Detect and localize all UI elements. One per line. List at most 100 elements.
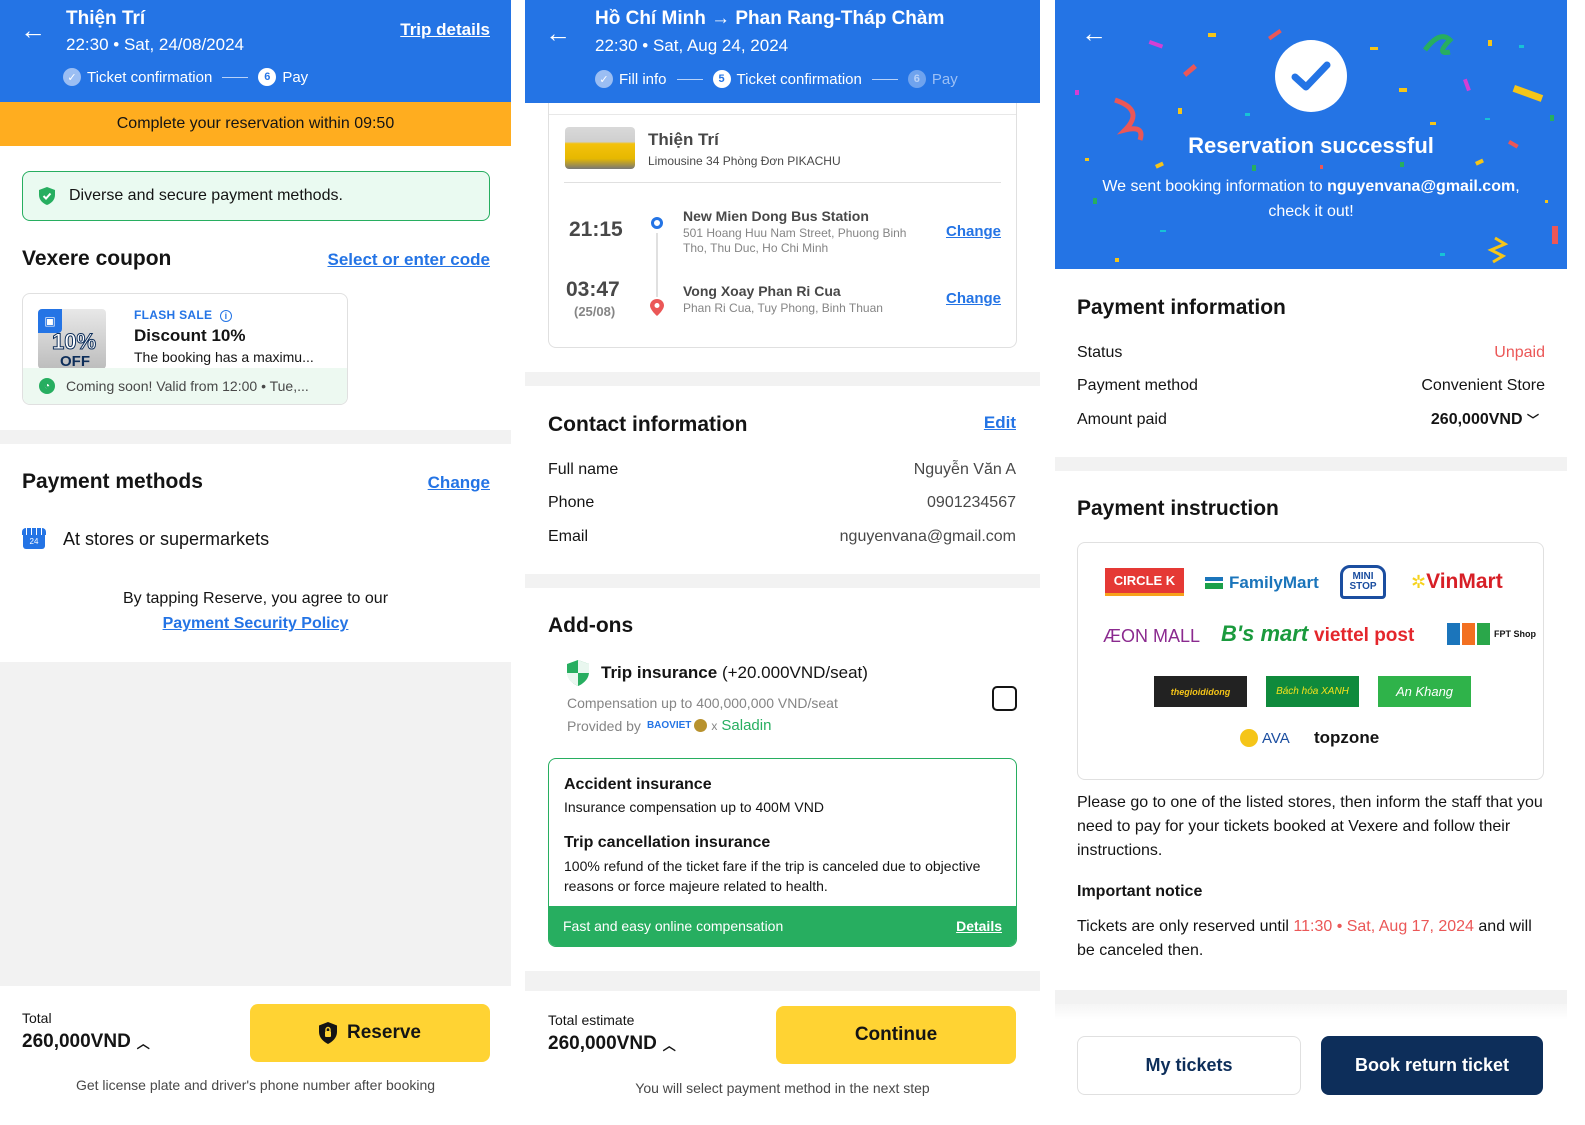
pickup-address: 501 Hoang Huu Nam Street, Phuong Binh Th… bbox=[683, 226, 907, 255]
insurance-checkbox[interactable] bbox=[992, 686, 1017, 711]
total-label: Total bbox=[22, 1010, 52, 1026]
row-label: Phone bbox=[548, 494, 595, 511]
vinmart-logo: ✲VinMart bbox=[1411, 570, 1503, 593]
contact-section-title: Contact information bbox=[548, 413, 748, 436]
total-amount[interactable]: 260,000VND ︿ bbox=[22, 1031, 150, 1053]
insurance-card-footer: Fast and easy online compensation Detail… bbox=[549, 906, 1016, 946]
provider-separator: x bbox=[711, 718, 718, 733]
route-line bbox=[656, 233, 658, 297]
fpt-shop-logo: FPT Shop bbox=[1447, 623, 1536, 645]
select-coupon-link[interactable]: Select or enter code bbox=[327, 250, 490, 270]
compensation-note: Fast and easy online compensation bbox=[563, 918, 784, 934]
agreement-text: By tapping Reserve, you agree to our bbox=[122, 590, 389, 607]
payment-info-title: Payment information bbox=[1077, 296, 1286, 319]
back-arrow-icon[interactable]: ← bbox=[545, 20, 571, 46]
section-divider bbox=[525, 574, 1040, 588]
check-icon: ✓ bbox=[595, 70, 613, 88]
step-label: Pay bbox=[282, 68, 309, 86]
amount-value: 260,000VND bbox=[1430, 411, 1523, 428]
familymart-logo: FamilyMart bbox=[1205, 573, 1319, 593]
insurance-compensation: Compensation up to 400,000,000 VND/seat bbox=[567, 695, 838, 711]
total-amount[interactable]: 260,000VND ︿ bbox=[548, 1033, 676, 1055]
accident-insurance-title: Accident insurance bbox=[564, 776, 712, 793]
section-divider bbox=[525, 971, 1040, 991]
row-label: Amount paid bbox=[1077, 411, 1167, 428]
step-label: Pay bbox=[931, 70, 958, 88]
baoviet-globe-icon bbox=[694, 719, 708, 732]
trip-datetime: 22:30 • Sat, Aug 24, 2024 bbox=[595, 36, 789, 55]
vehicle-type: Limousine 34 Phòng Đơn PIKACHU bbox=[648, 154, 841, 168]
back-arrow-icon[interactable]: ← bbox=[1081, 20, 1107, 46]
row-value: nguyenvana@gmail.com bbox=[839, 528, 1016, 545]
saladin-logo: Saladin bbox=[721, 717, 772, 734]
change-pickup-link[interactable]: Change bbox=[946, 223, 1001, 240]
info-icon[interactable]: i bbox=[219, 310, 232, 322]
cancel-insurance-title: Trip cancellation insurance bbox=[564, 834, 771, 851]
message-suffix: , bbox=[1515, 178, 1520, 195]
total-value: 260,000VND bbox=[548, 1033, 657, 1054]
accident-insurance-desc: Insurance compensation up to 400M VND bbox=[564, 799, 824, 815]
step-label: Ticket confirmation bbox=[736, 70, 862, 88]
continue-button[interactable]: Continue bbox=[776, 1006, 1016, 1064]
shield-lock-icon bbox=[319, 1022, 338, 1044]
check-icon: ✓ bbox=[63, 68, 81, 86]
an-khang-logo: An Khang bbox=[1378, 676, 1471, 707]
trip-details-link[interactable]: Trip details bbox=[400, 20, 490, 40]
success-message: We sent booking information to nguyenvan… bbox=[1055, 178, 1567, 196]
header: ← Hồ Chí Minh → Phan Rang-Tháp Chàm 22:3… bbox=[525, 0, 1040, 103]
bach-hoa-xanh-logo: Bách hóa XANH bbox=[1266, 676, 1359, 707]
secure-payment-notice: Diverse and secure payment methods. bbox=[22, 171, 490, 221]
my-tickets-button[interactable]: My tickets bbox=[1077, 1036, 1301, 1095]
reserve-button[interactable]: Reserve bbox=[250, 1004, 490, 1062]
coupon-card[interactable]: ▣ 10% OFF FLASH SALE i Discount 10% The … bbox=[22, 293, 348, 405]
payment-security-policy-link[interactable]: Payment Security Policy bbox=[163, 615, 349, 632]
payment-method-row: Payment method Convenient Store bbox=[1077, 377, 1545, 395]
cancel-insurance-desc: 100% refund of the ticket fare if the tr… bbox=[564, 858, 981, 894]
coupon-section-title: Vexere coupon bbox=[22, 247, 172, 270]
edit-contact-link[interactable]: Edit bbox=[984, 413, 1016, 433]
step-divider bbox=[222, 76, 249, 78]
chevron-up-icon: ︿ bbox=[662, 1037, 676, 1053]
back-arrow-icon[interactable]: ← bbox=[20, 17, 46, 43]
contact-row-name: Full name Nguyễn Văn A bbox=[548, 461, 1016, 479]
progress-steps: ✓ Fill info 5 Ticket confirmation 6 Pay bbox=[595, 70, 958, 88]
countdown-banner: Complete your reservation within 09:50 bbox=[0, 102, 511, 146]
row-label: Payment method bbox=[1077, 377, 1198, 394]
pickup-time: 21:15 bbox=[569, 218, 623, 241]
success-message-line2: check it out! bbox=[1268, 203, 1354, 220]
insurance-price: (+20.000VND/seat) bbox=[721, 663, 868, 682]
step-number: 5 bbox=[712, 70, 731, 88]
payment-instruction-title: Payment instruction bbox=[1077, 497, 1279, 520]
success-title: Reservation successful bbox=[1188, 133, 1434, 158]
store-logos-card: CIRCLE K FamilyMart MINI STOP ✲VinMart Æ… bbox=[1077, 542, 1544, 780]
book-return-ticket-button[interactable]: Book return ticket bbox=[1321, 1036, 1543, 1095]
aeon-mall-logo: ÆON MALL bbox=[1103, 626, 1201, 646]
payment-screen: ← Thiện Trí 22:30 • Sat, 24/08/2024 Trip… bbox=[0, 0, 511, 1125]
trip-datetime: 22:30 • Sat, 24/08/2024 bbox=[66, 35, 244, 54]
change-payment-link[interactable]: Change bbox=[428, 473, 490, 493]
baoviet-logo: BAOVIET bbox=[646, 720, 692, 731]
payment-methods-title: Payment methods bbox=[22, 470, 203, 493]
pickup-name: New Mien Dong Bus Station bbox=[683, 208, 869, 224]
coupon-title: Discount 10% bbox=[134, 326, 246, 345]
provided-by-label: Provided by bbox=[567, 717, 641, 734]
success-hero: ← Reservation successful We sent booking… bbox=[1055, 0, 1567, 269]
ministop-logo: MINI STOP bbox=[1340, 565, 1386, 599]
amount-toggle[interactable]: 260,000VND ﹀ bbox=[1431, 411, 1545, 429]
pickup-dot-icon bbox=[651, 217, 663, 229]
trip-card: Thiện Trí Limousine 34 Phòng Đơn PIKACHU… bbox=[548, 103, 1017, 348]
insurance-details-link[interactable]: Details bbox=[956, 918, 1002, 934]
store-24h-icon: 24 bbox=[22, 528, 46, 550]
viettel-post-logo: viettel post bbox=[1314, 625, 1415, 646]
coupon-validity: ◔ Coming soon! Valid from 12:00 • Tue,..… bbox=[23, 368, 347, 404]
route-title: Hồ Chí Minh → Phan Rang-Tháp Chàm bbox=[595, 8, 945, 29]
row-label: Email bbox=[548, 528, 589, 545]
important-notice-title: Important notice bbox=[1077, 883, 1203, 900]
change-dropoff-link[interactable]: Change bbox=[946, 290, 1001, 307]
selected-payment-method: At stores or supermarkets bbox=[63, 529, 270, 549]
dropoff-address: Phan Ri Cua, Tuy Phong, Binh Thuan bbox=[683, 301, 883, 315]
bsmart-logo: B's mart bbox=[1221, 621, 1309, 646]
addons-section-title: Add-ons bbox=[548, 614, 634, 637]
chevron-down-icon: ﹀ bbox=[1526, 413, 1539, 427]
flash-sale-tag: FLASH SALE i bbox=[134, 308, 232, 322]
